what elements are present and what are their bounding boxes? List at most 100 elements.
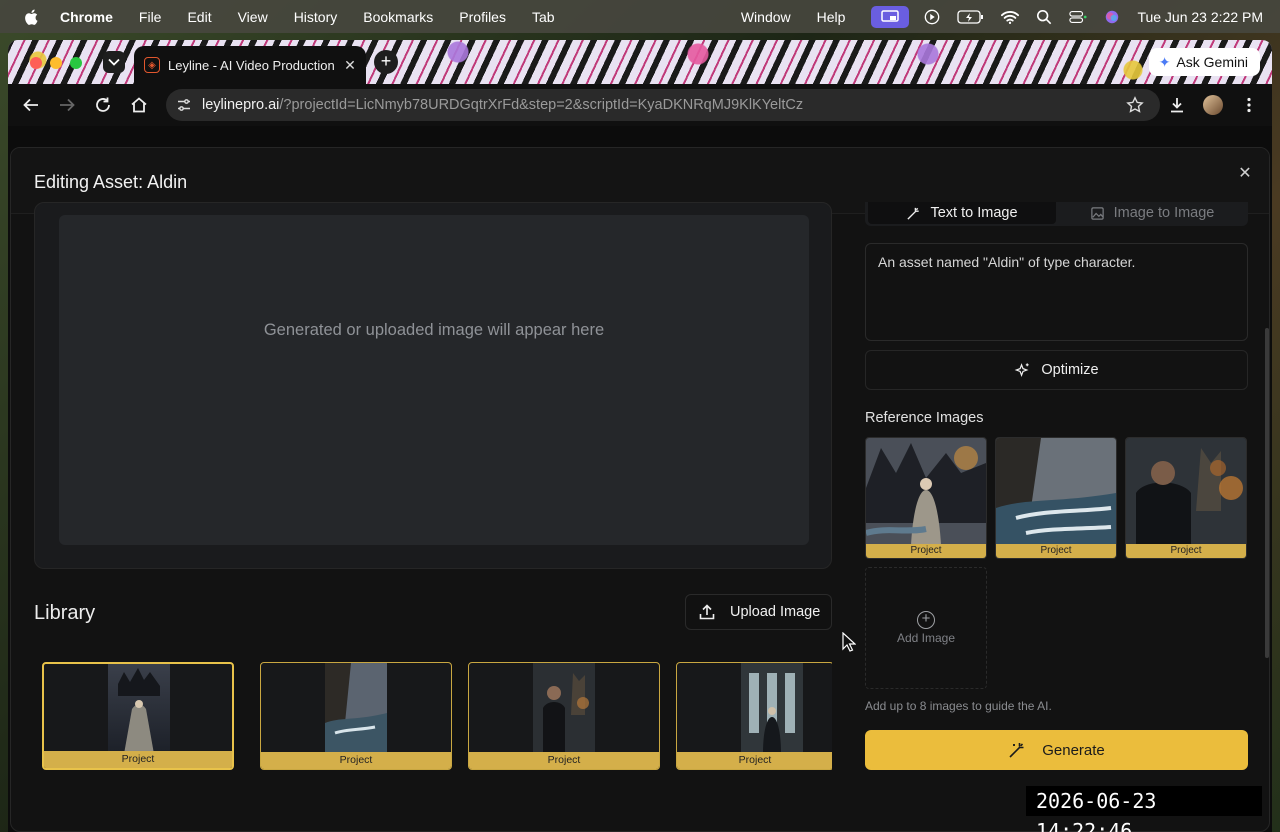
ask-gemini-button[interactable]: ✦ Ask Gemini [1148,48,1260,76]
page-content: Editing Asset: Aldin ✕ Generated or uplo… [8,126,1272,832]
library-item[interactable]: Project [468,662,660,770]
menu-edit[interactable]: Edit [187,9,211,25]
prompt-textarea[interactable]: An asset named "Aldin" of type character… [865,243,1248,341]
library-item[interactable]: Project [260,662,452,770]
search-icon[interactable] [1035,9,1053,25]
plus-circle-icon: + [917,611,935,629]
modal-close-icon[interactable]: ✕ [1237,166,1253,182]
menu-help[interactable]: Help [817,9,846,25]
back-button[interactable] [20,94,42,116]
tab-close-icon[interactable]: ✕ [342,57,358,73]
timestamp-overlay: 2026-06-23 14:22:46 [1026,786,1262,832]
sparkles-icon [1015,362,1030,377]
menu-tab[interactable]: Tab [532,9,555,25]
reference-image[interactable]: Project [1125,437,1247,559]
tab-search-button[interactable] [103,51,125,73]
upload-icon [699,604,715,620]
library-thumbnail [108,664,170,754]
reference-image[interactable]: Project [865,437,987,559]
url-host: leylinepro.ai [202,97,280,113]
add-image-label: Add Image [896,631,956,645]
reference-images-title: Reference Images [865,410,984,426]
generate-label: Generate [1042,741,1105,759]
menu-file[interactable]: File [139,9,162,25]
home-icon [131,97,147,113]
screen-share-icon[interactable] [871,5,910,28]
address-bar[interactable]: leylinepro.ai/?projectId=LicNmyb78URDGqt… [166,89,1160,121]
chrome-menu-button[interactable] [1238,94,1260,116]
library-item-label: Project [677,752,832,769]
menu-view[interactable]: View [238,9,268,25]
add-image-button[interactable]: + Add Image [865,567,987,689]
apple-icon[interactable] [22,7,42,27]
menubar-clock[interactable]: Tue Jun 23 2:22 PM [1137,9,1263,25]
upload-image-label: Upload Image [730,604,821,620]
chrome-window: ◈ Leyline - AI Video Production ✕ + ✦ As… [8,40,1272,832]
panel-scrollbar[interactable] [1265,328,1269,658]
gemini-sparkle-icon: ✦ [1158,53,1171,70]
menu-bookmarks[interactable]: Bookmarks [363,9,433,25]
library-thumbnail [325,663,387,753]
optimize-button[interactable]: Optimize [865,350,1248,390]
image-preview-area: Generated or uploaded image will appear … [59,215,809,545]
menu-window[interactable]: Window [741,9,791,25]
site-settings-icon[interactable] [176,97,192,113]
downloads-button[interactable] [1166,94,1188,116]
reload-button[interactable] [92,94,114,116]
arrow-right-icon [60,98,75,112]
reference-image-label: Project [1126,544,1246,558]
url-text: leylinepro.ai/?projectId=LicNmyb78URDGqt… [202,97,803,113]
ask-gemini-label: Ask Gemini [1176,54,1248,70]
wifi-icon[interactable] [1001,9,1020,25]
upload-image-button[interactable]: Upload Image [685,594,832,630]
tab-text-to-image[interactable]: Text to Image [868,202,1056,224]
edit-asset-modal: Editing Asset: Aldin ✕ Generated or uplo… [10,147,1270,832]
tab-strip: ◈ Leyline - AI Video Production ✕ + ✦ As… [8,40,1272,84]
new-tab-button[interactable]: + [374,50,398,74]
library-item-label: Project [261,752,451,769]
image-preview-card: Generated or uploaded image will appear … [34,202,832,569]
magic-wand-icon [1009,743,1024,758]
menu-app-chrome[interactable]: Chrome [60,9,113,25]
reference-image-label: Project [996,544,1116,558]
url-path: /?projectId=LicNmyb78URDGqtrXrFd&step=2&… [279,97,804,113]
reference-thumbnail [866,438,986,545]
mouse-cursor-icon [842,632,856,652]
tab-image-to-image[interactable]: Image to Image [1058,202,1246,224]
bookmark-star-icon[interactable] [1126,96,1144,114]
menu-profiles[interactable]: Profiles [459,9,506,25]
modal-title: Editing Asset: Aldin [34,172,188,192]
library-item-label: Project [469,752,659,769]
home-button[interactable] [128,94,150,116]
image-icon [1090,206,1104,220]
forward-button[interactable] [56,94,78,116]
tab-title: Leyline - AI Video Production [168,57,335,73]
reference-image-label: Project [866,544,986,558]
reload-icon [96,97,110,112]
reference-image[interactable]: Project [995,437,1117,559]
magic-wand-icon [907,207,920,220]
download-icon [1171,98,1183,113]
window-maximize-button[interactable] [70,57,82,69]
browser-toolbar: leylinepro.ai/?projectId=LicNmyb78URDGqt… [8,84,1272,126]
reference-hint: Add up to 8 images to guide the AI. [865,699,1052,713]
generation-mode-tabs: Text to Image Image to Image [865,202,1248,226]
tab-image-to-image-label: Image to Image [1113,205,1215,221]
menu-history[interactable]: History [294,9,338,25]
generate-button[interactable]: Generate [865,730,1248,770]
window-close-button[interactable] [30,57,42,69]
library-title: Library [34,602,96,624]
browser-tab-active[interactable]: ◈ Leyline - AI Video Production ✕ [134,46,366,84]
chevron-down-icon [108,58,120,66]
control-center-icon[interactable] [1069,9,1087,25]
tab-text-to-image-label: Text to Image [930,205,1018,221]
profile-avatar[interactable] [1203,95,1223,115]
window-minimize-button[interactable] [50,57,62,69]
siri-icon[interactable] [1103,9,1121,25]
library-item[interactable]: Project [676,662,832,770]
library-item[interactable]: Project [42,662,234,770]
reference-thumbnail [1126,438,1246,545]
kebab-menu-icon [1247,97,1251,113]
play-icon[interactable] [923,9,941,25]
battery-icon[interactable] [957,9,985,25]
